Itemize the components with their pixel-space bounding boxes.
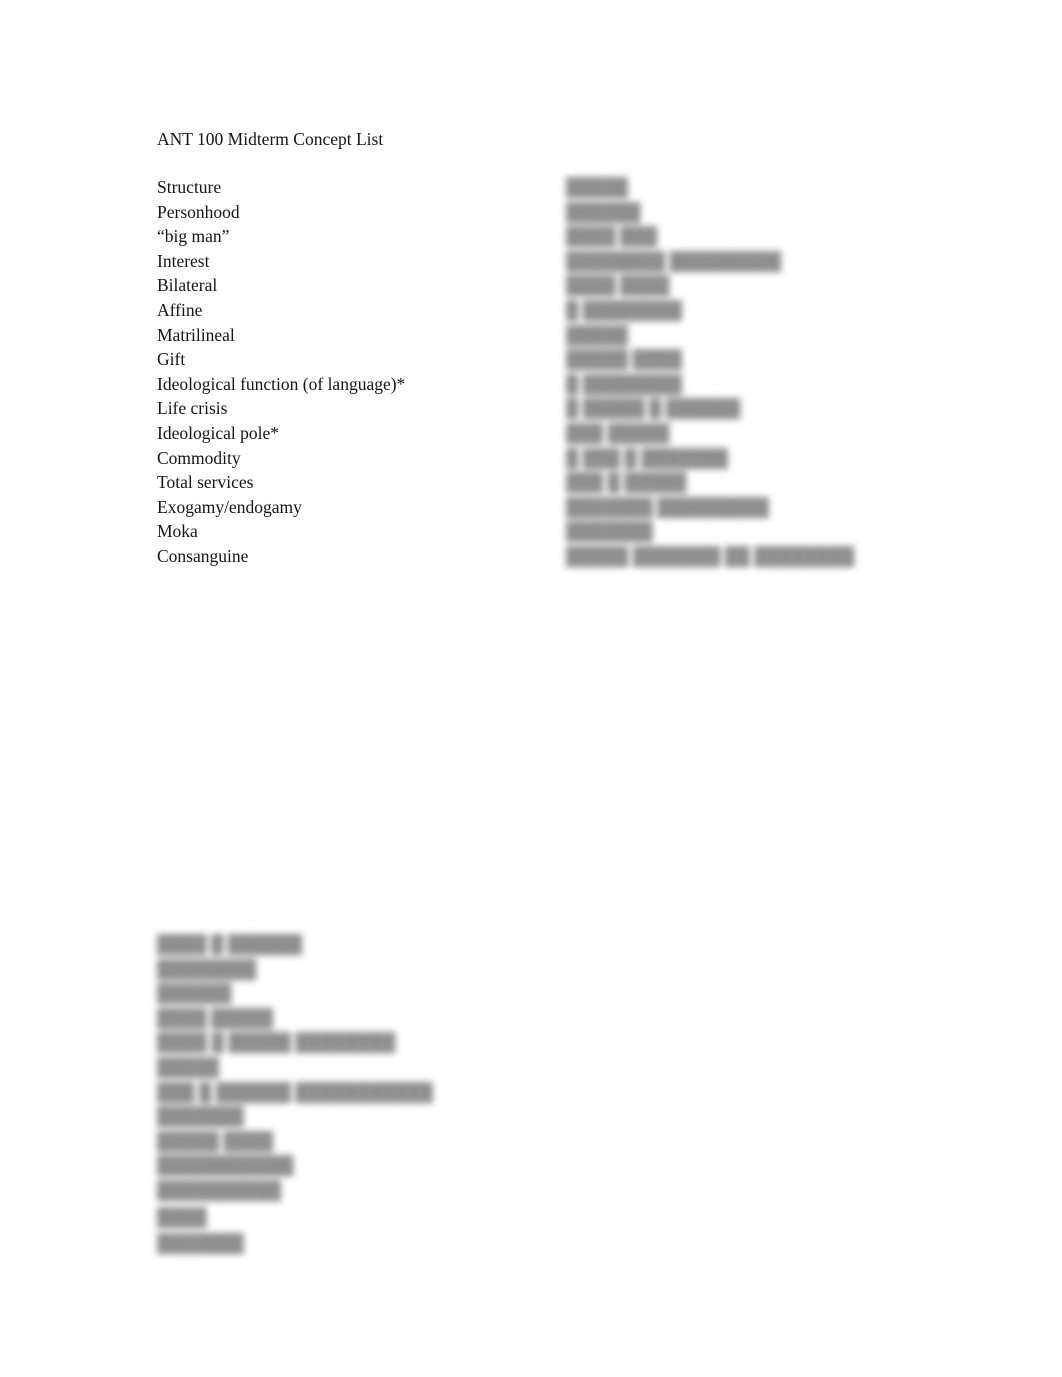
redacted-bottom-block: ████ █ ██████ ████████ ██████ ████ █████…	[157, 932, 477, 1256]
list-item: Commodity	[157, 447, 241, 468]
redacted-line: ████████	[157, 958, 257, 979]
redacted-line: ████████ █████████	[566, 250, 782, 271]
redacted-line: █ ███ █ ███████	[566, 447, 728, 468]
redacted-right-column: █████ ██████ ████ ███ ████████ █████████…	[566, 175, 866, 569]
redacted-line: ███ █ ██████ ███████████	[157, 1081, 433, 1102]
list-item: Bilateral	[157, 275, 218, 296]
list-item: Consanguine	[157, 545, 249, 566]
redacted-line: ███████	[566, 521, 653, 542]
redacted-line: █████ ███████ ██ ████████	[566, 545, 855, 566]
redacted-line: ███████████	[157, 1155, 294, 1176]
list-item: Structure	[157, 177, 222, 197]
list-item: Ideological function (of language)*	[157, 373, 406, 394]
list-item: “big man”	[157, 226, 230, 247]
page-title: ANT 100 Midterm Concept List	[157, 129, 384, 149]
list-item: Ideological pole*	[157, 422, 279, 443]
redacted-line: █ ████████	[566, 373, 682, 394]
redacted-line: █████	[566, 177, 628, 197]
redacted-line: ███████	[157, 1106, 244, 1127]
redacted-line: █ ████████	[566, 299, 682, 320]
list-item: Life crisis	[157, 398, 228, 419]
document-page: ANT 100 Midterm Concept List Structure P…	[0, 0, 1062, 1377]
list-item: Affine	[157, 299, 203, 320]
list-item: Interest	[157, 250, 210, 271]
redacted-line: █████ ████	[566, 349, 682, 370]
redacted-line: ██████	[157, 983, 232, 1004]
list-item: Gift	[157, 349, 186, 370]
redacted-line: ███████	[157, 1233, 244, 1254]
redacted-line: ████	[157, 1206, 207, 1227]
redacted-line: ████ █████	[157, 1007, 273, 1028]
redacted-line: █████	[566, 324, 628, 345]
redacted-line: █████ ████	[157, 1130, 273, 1151]
list-item: Total services	[157, 472, 254, 493]
redacted-line: ██████████	[157, 1179, 281, 1200]
redacted-line: █ █████ █ ██████	[566, 398, 741, 419]
list-item: Personhood	[157, 201, 240, 222]
redacted-line: ████ █ ██████	[157, 934, 303, 954]
redacted-line: ██████	[566, 201, 641, 222]
redacted-line: ███ █████	[566, 422, 670, 443]
list-item: Moka	[157, 521, 198, 542]
redacted-line: ███████ █████████	[566, 496, 769, 517]
redacted-line: ████ ███	[566, 226, 658, 247]
list-item: Exogamy/endogamy	[157, 496, 302, 517]
redacted-line: ███ █ █████	[566, 472, 687, 493]
concept-list: Structure Personhood “big man” Interest …	[157, 175, 405, 569]
redacted-line: ████ █ █████ ████████	[157, 1032, 396, 1053]
redacted-line: ████ ████	[566, 275, 670, 296]
list-item: Matrilineal	[157, 324, 235, 345]
redacted-line: █████	[157, 1056, 219, 1077]
